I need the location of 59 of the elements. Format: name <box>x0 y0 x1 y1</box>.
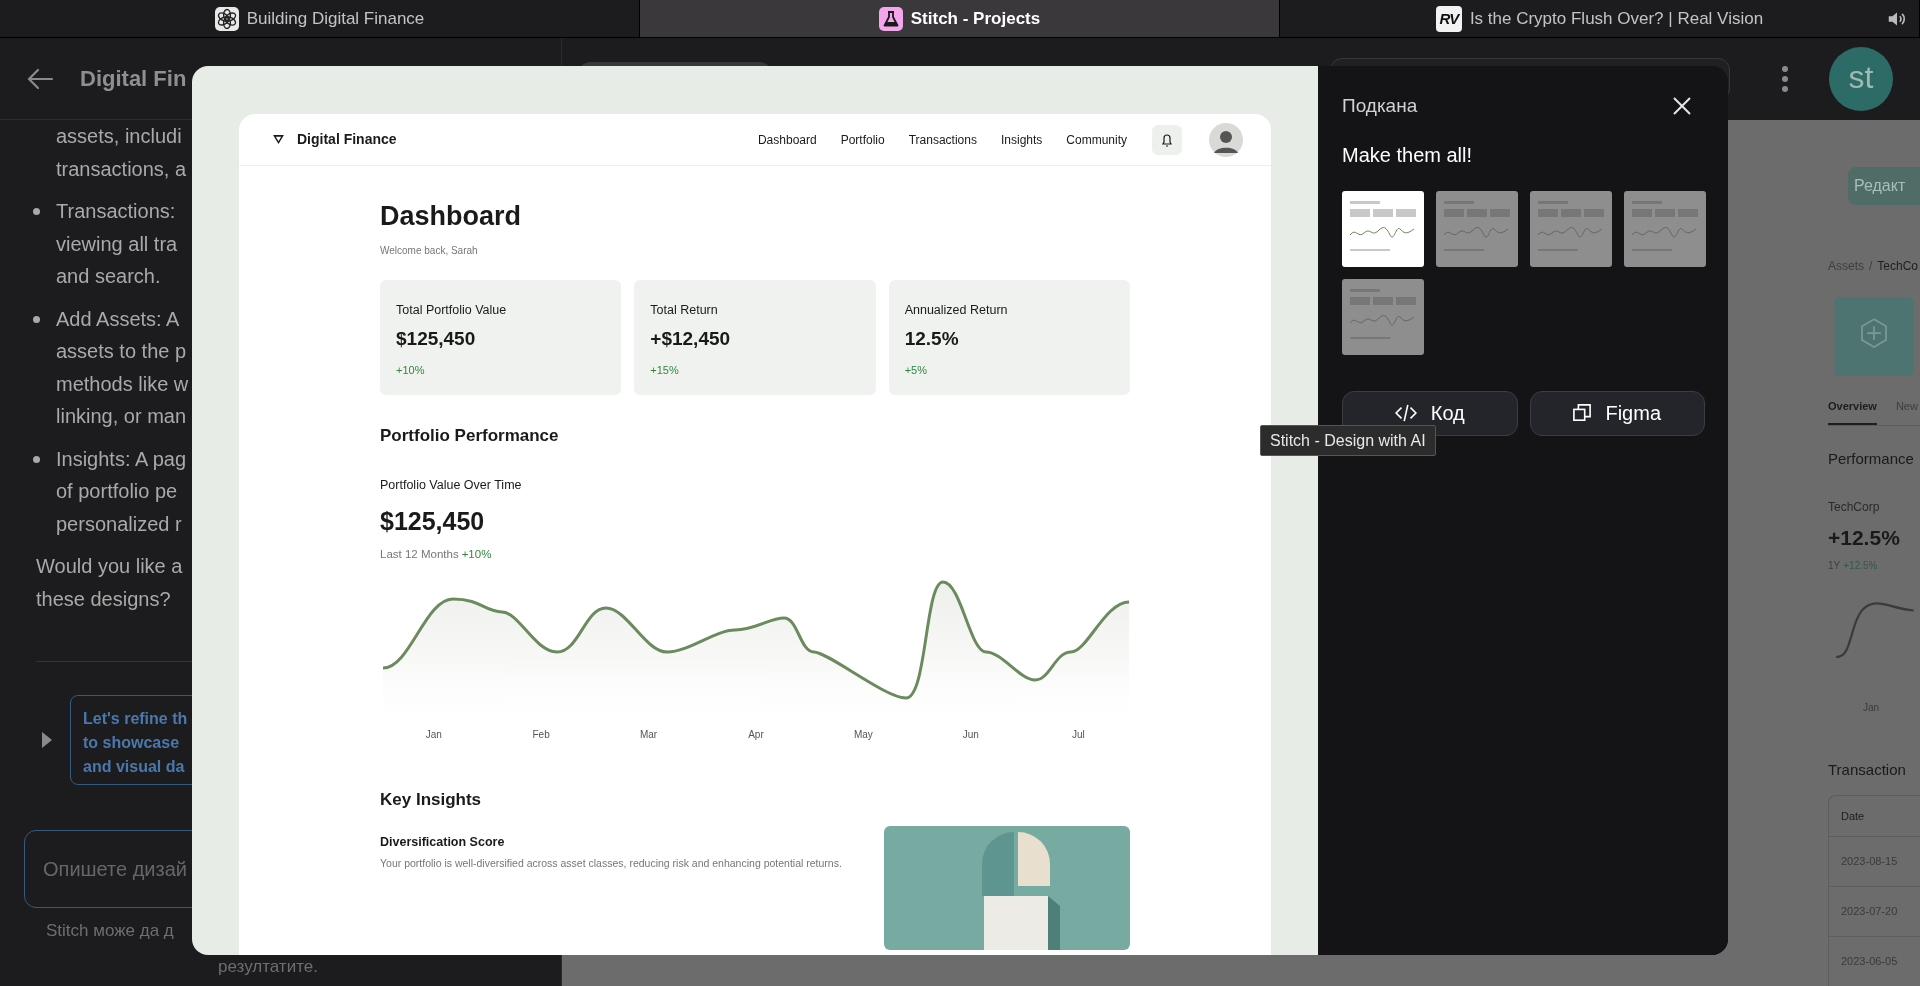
chat-title: Digital Fin <box>80 65 187 93</box>
message-text: assets to the p <box>56 339 187 364</box>
panel-label: Подкана <box>1342 94 1418 118</box>
chart-label: Portfolio Value Over Time <box>380 477 522 494</box>
axis-label: Mar <box>639 727 658 742</box>
brand-name: Digital Finance <box>297 130 397 149</box>
breadcrumb-current: TechCo <box>1877 258 1919 275</box>
message-text: viewing all tra <box>56 231 178 257</box>
suggestion-text: to showcase <box>83 733 180 753</box>
stat-label: Total Return <box>650 301 718 319</box>
axis-label: Jan <box>425 727 442 742</box>
message-text: personalized r <box>56 511 182 537</box>
axis-label: Jun <box>962 727 979 742</box>
monogram-logo: RV <box>1435 5 1462 32</box>
period-change: +12.5% <box>1843 558 1878 573</box>
asset-name: TechCorp <box>1828 499 1880 517</box>
message-text: Transactions: <box>56 199 176 224</box>
tooltip: Stitch - Design with AI <box>1260 425 1436 456</box>
message-text: Would you like a <box>36 554 183 579</box>
stat-change: +5% <box>904 362 927 378</box>
insight-title: Diversification Score <box>380 834 505 851</box>
axis-label: Jul <box>1071 727 1085 742</box>
message-text: linking, or man <box>56 404 187 429</box>
axis-label: Feb <box>532 727 550 742</box>
period-label: Last 12 Months <box>380 547 459 563</box>
stat-value: $125,450 <box>396 327 476 352</box>
message-text: assets, includi <box>56 124 182 149</box>
table-header: Date <box>1840 809 1865 824</box>
stat-change: +10% <box>396 362 425 378</box>
stat-change: +15% <box>650 362 679 378</box>
period-change: +10% <box>461 547 492 563</box>
suggestion-text: and visual da <box>83 757 185 777</box>
disclaimer-text: резултатите. <box>218 956 318 978</box>
page-title: Dashboard <box>380 200 522 233</box>
section-heading: Performance <box>1828 448 1914 469</box>
section-heading: Transaction <box>1828 759 1906 780</box>
disclaimer-text: Stitch може да д <box>46 920 174 942</box>
section-heading: Portfolio Performance <box>380 424 559 447</box>
axis-label: Apr <box>748 727 764 742</box>
insight-text: Your portfolio is well-diversified across asset classes, reducing risk and enhancing potential returns. <box>380 855 843 871</box>
prompt-text: Make them all! <box>1342 142 1473 168</box>
page-subtitle: Welcome back, Sarah <box>380 243 478 258</box>
stat-label: Annualized Return <box>904 301 1008 319</box>
message-text: these designs? <box>36 586 171 612</box>
breadcrumb-separator: / <box>1869 258 1873 275</box>
message-text: of portfolio pe <box>56 479 178 504</box>
stat-label: Total Portfolio Value <box>396 301 507 319</box>
message-text: Add Assets: A <box>56 306 180 332</box>
stat-value: +$12,450 <box>650 327 731 352</box>
message-text: and search. <box>56 264 161 289</box>
section-heading: Key Insights <box>380 788 482 811</box>
asset-return: +12.5% <box>1828 525 1900 552</box>
suggestion-text: Let's refine th <box>83 709 188 729</box>
message-text: Insights: A pag <box>56 446 187 472</box>
axis-label: May <box>853 727 873 742</box>
message-text: transactions, a <box>56 156 187 182</box>
chart-value: $125,450 <box>380 505 485 537</box>
message-text: methods like w <box>56 371 189 397</box>
stat-value: 12.5% <box>904 327 959 352</box>
